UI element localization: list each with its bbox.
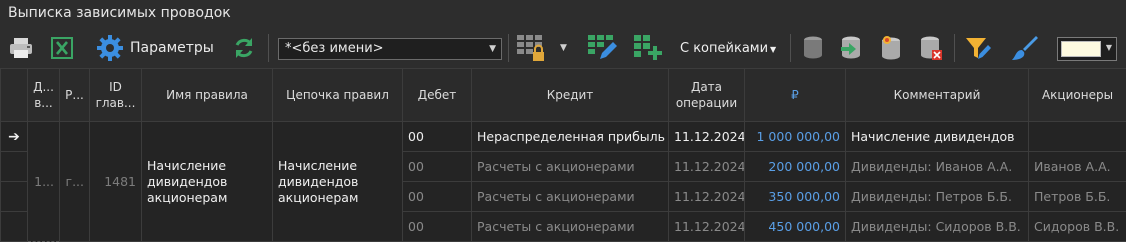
template-select[interactable]: *<без имени> ▼ bbox=[278, 38, 502, 60]
grid-edit-icon[interactable] bbox=[584, 32, 620, 64]
rule-chain-cell[interactable]: Начисление дивидендов акционерам bbox=[273, 122, 403, 242]
chevron-down-icon: ▼ bbox=[489, 39, 496, 59]
date-cell[interactable]: 11.12.2024 bbox=[669, 182, 745, 212]
comment-cell[interactable]: Дивиденды: Иванов А.А. bbox=[846, 152, 1029, 182]
comment-cell[interactable]: Дивиденды: Сидоров В.В. bbox=[846, 212, 1029, 242]
row-indicator bbox=[1, 212, 28, 242]
holder-cell[interactable]: Иванов А.А. bbox=[1029, 152, 1126, 182]
grid-add-icon[interactable] bbox=[630, 32, 666, 64]
column-header[interactable]: Цепочка правил bbox=[273, 69, 403, 122]
column-header[interactable]: Дебет bbox=[403, 69, 472, 122]
grid-lock-icon bbox=[516, 33, 548, 63]
grid-lock-button[interactable]: ▼ bbox=[516, 32, 572, 64]
kopecks-dropdown[interactable]: С копейками▼ bbox=[680, 38, 776, 60]
chevron-down-icon: ▼ bbox=[1106, 43, 1112, 52]
debit-cell[interactable]: 00 bbox=[403, 182, 472, 212]
chevron-down-icon[interactable]: ▼ bbox=[560, 43, 567, 53]
group-id-cell[interactable]: 1481 bbox=[90, 122, 142, 242]
holder-cell[interactable]: Сидоров В.В. bbox=[1029, 212, 1126, 242]
holder-cell[interactable] bbox=[1029, 122, 1126, 152]
window-title: Выписка зависимых проводок bbox=[0, 0, 1126, 28]
table-row[interactable]: ➔ 1... г... 1481 Начисление дивидендов а… bbox=[1, 122, 1126, 152]
indicator-header bbox=[1, 69, 28, 122]
amount-cell[interactable]: 200 000,00 bbox=[745, 152, 846, 182]
debit-cell[interactable]: 00 bbox=[403, 212, 472, 242]
template-value: *<без имени> bbox=[285, 41, 384, 56]
column-header[interactable]: Акционеры bbox=[1029, 69, 1126, 122]
credit-cell[interactable]: Расчеты с акционерами bbox=[472, 182, 669, 212]
holder-cell[interactable]: Петров Б.Б. bbox=[1029, 182, 1126, 212]
group-cell[interactable]: 1... bbox=[28, 122, 60, 242]
parameters-button[interactable]: Параметры bbox=[96, 32, 216, 64]
db-import-icon[interactable] bbox=[836, 32, 866, 64]
color-swatch bbox=[1061, 41, 1101, 57]
credit-cell[interactable]: Расчеты с акционерами bbox=[472, 212, 669, 242]
credit-cell[interactable]: Нераспределенная прибыль bbox=[472, 122, 669, 152]
refresh-icon[interactable] bbox=[230, 32, 258, 64]
printer-icon[interactable] bbox=[6, 32, 36, 64]
column-header[interactable]: Дата операции bbox=[669, 69, 745, 122]
group-cell[interactable]: г... bbox=[60, 122, 90, 242]
amount-cell[interactable]: 450 000,00 bbox=[745, 212, 846, 242]
row-indicator-icon: ➔ bbox=[1, 122, 28, 152]
column-header[interactable]: ID глав... bbox=[90, 69, 142, 122]
db-delete-icon[interactable] bbox=[916, 32, 946, 64]
amount-cell[interactable]: 1 000 000,00 bbox=[745, 122, 846, 152]
row-indicator bbox=[1, 182, 28, 212]
chevron-down-icon: ▼ bbox=[770, 45, 776, 54]
db-new-icon[interactable] bbox=[876, 32, 906, 64]
parameters-label: Параметры bbox=[130, 40, 214, 56]
column-header[interactable]: Д... в... bbox=[28, 69, 60, 122]
credit-cell[interactable]: Расчеты с акционерами bbox=[472, 152, 669, 182]
entries-table: Д... в... Р... ID глав... Имя правила Це… bbox=[0, 68, 1126, 242]
rule-name-cell[interactable]: Начисление дивидендов акционерам bbox=[142, 122, 273, 242]
brush-icon[interactable] bbox=[1008, 32, 1040, 64]
filter-edit-icon[interactable] bbox=[962, 32, 994, 64]
date-cell[interactable]: 11.12.2024 bbox=[669, 152, 745, 182]
column-header[interactable]: Имя правила bbox=[142, 69, 273, 122]
date-cell[interactable]: 11.12.2024 bbox=[669, 212, 745, 242]
kopecks-label: С копейками bbox=[680, 41, 768, 56]
column-header[interactable]: ₽ bbox=[745, 69, 846, 122]
column-header[interactable]: Комментарий bbox=[846, 69, 1029, 122]
column-header[interactable]: Р... bbox=[60, 69, 90, 122]
debit-cell[interactable]: 00 bbox=[403, 122, 472, 152]
comment-cell[interactable]: Дивиденды: Петров Б.Б. bbox=[846, 182, 1029, 212]
table-header: Д... в... Р... ID глав... Имя правила Це… bbox=[1, 69, 1126, 122]
amount-cell[interactable]: 350 000,00 bbox=[745, 182, 846, 212]
date-cell[interactable]: 11.12.2024 bbox=[669, 122, 745, 152]
toolbar: Параметры ▼ bbox=[0, 28, 1126, 68]
gear-icon bbox=[96, 34, 124, 62]
color-picker[interactable]: ▼ bbox=[1057, 37, 1117, 61]
comment-cell[interactable]: Начисление дивидендов bbox=[846, 122, 1029, 152]
row-indicator bbox=[1, 152, 28, 182]
column-header[interactable]: Кредит bbox=[472, 69, 669, 122]
excel-icon[interactable] bbox=[48, 32, 76, 64]
debit-cell[interactable]: 00 bbox=[403, 152, 472, 182]
db-icon[interactable] bbox=[798, 32, 828, 64]
